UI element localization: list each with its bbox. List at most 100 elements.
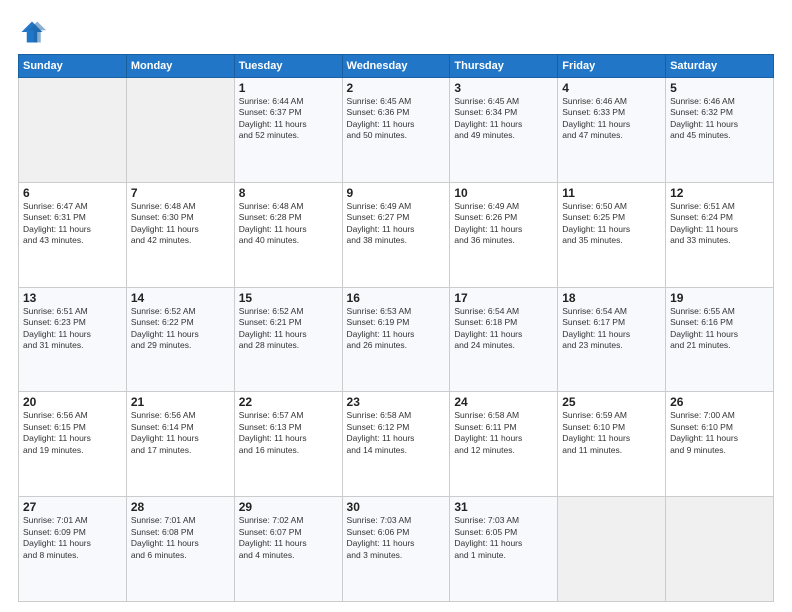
day-cell <box>666 497 774 602</box>
day-cell <box>126 78 234 183</box>
day-cell: 7Sunrise: 6:48 AM Sunset: 6:30 PM Daylig… <box>126 182 234 287</box>
day-cell: 27Sunrise: 7:01 AM Sunset: 6:09 PM Dayli… <box>19 497 127 602</box>
day-cell: 15Sunrise: 6:52 AM Sunset: 6:21 PM Dayli… <box>234 287 342 392</box>
day-cell: 28Sunrise: 7:01 AM Sunset: 6:08 PM Dayli… <box>126 497 234 602</box>
header-cell-wednesday: Wednesday <box>342 55 450 78</box>
day-info: Sunrise: 6:48 AM Sunset: 6:30 PM Dayligh… <box>131 201 230 247</box>
day-cell: 4Sunrise: 6:46 AM Sunset: 6:33 PM Daylig… <box>558 78 666 183</box>
day-info: Sunrise: 7:00 AM Sunset: 6:10 PM Dayligh… <box>670 410 769 456</box>
day-number: 1 <box>239 81 338 95</box>
day-number: 28 <box>131 500 230 514</box>
day-cell: 2Sunrise: 6:45 AM Sunset: 6:36 PM Daylig… <box>342 78 450 183</box>
day-number: 19 <box>670 291 769 305</box>
day-cell: 10Sunrise: 6:49 AM Sunset: 6:26 PM Dayli… <box>450 182 558 287</box>
day-info: Sunrise: 7:01 AM Sunset: 6:09 PM Dayligh… <box>23 515 122 561</box>
day-number: 9 <box>347 186 446 200</box>
day-cell <box>558 497 666 602</box>
week-row-1: 6Sunrise: 6:47 AM Sunset: 6:31 PM Daylig… <box>19 182 774 287</box>
header <box>18 18 774 46</box>
week-row-2: 13Sunrise: 6:51 AM Sunset: 6:23 PM Dayli… <box>19 287 774 392</box>
day-info: Sunrise: 6:44 AM Sunset: 6:37 PM Dayligh… <box>239 96 338 142</box>
day-number: 24 <box>454 395 553 409</box>
logo <box>18 18 50 46</box>
calendar-table: SundayMondayTuesdayWednesdayThursdayFrid… <box>18 54 774 602</box>
day-number: 5 <box>670 81 769 95</box>
day-info: Sunrise: 6:52 AM Sunset: 6:22 PM Dayligh… <box>131 306 230 352</box>
day-cell: 30Sunrise: 7:03 AM Sunset: 6:06 PM Dayli… <box>342 497 450 602</box>
day-info: Sunrise: 6:56 AM Sunset: 6:15 PM Dayligh… <box>23 410 122 456</box>
day-number: 10 <box>454 186 553 200</box>
day-cell: 1Sunrise: 6:44 AM Sunset: 6:37 PM Daylig… <box>234 78 342 183</box>
day-info: Sunrise: 6:59 AM Sunset: 6:10 PM Dayligh… <box>562 410 661 456</box>
day-info: Sunrise: 6:45 AM Sunset: 6:34 PM Dayligh… <box>454 96 553 142</box>
day-number: 16 <box>347 291 446 305</box>
day-info: Sunrise: 6:54 AM Sunset: 6:17 PM Dayligh… <box>562 306 661 352</box>
day-cell: 14Sunrise: 6:52 AM Sunset: 6:22 PM Dayli… <box>126 287 234 392</box>
day-number: 22 <box>239 395 338 409</box>
day-info: Sunrise: 6:53 AM Sunset: 6:19 PM Dayligh… <box>347 306 446 352</box>
day-info: Sunrise: 6:45 AM Sunset: 6:36 PM Dayligh… <box>347 96 446 142</box>
day-number: 25 <box>562 395 661 409</box>
day-cell: 5Sunrise: 6:46 AM Sunset: 6:32 PM Daylig… <box>666 78 774 183</box>
day-number: 21 <box>131 395 230 409</box>
day-number: 23 <box>347 395 446 409</box>
day-number: 27 <box>23 500 122 514</box>
header-cell-tuesday: Tuesday <box>234 55 342 78</box>
day-info: Sunrise: 6:49 AM Sunset: 6:27 PM Dayligh… <box>347 201 446 247</box>
header-cell-friday: Friday <box>558 55 666 78</box>
logo-icon <box>18 18 46 46</box>
week-row-4: 27Sunrise: 7:01 AM Sunset: 6:09 PM Dayli… <box>19 497 774 602</box>
day-cell: 11Sunrise: 6:50 AM Sunset: 6:25 PM Dayli… <box>558 182 666 287</box>
day-number: 30 <box>347 500 446 514</box>
header-cell-saturday: Saturday <box>666 55 774 78</box>
day-cell: 25Sunrise: 6:59 AM Sunset: 6:10 PM Dayli… <box>558 392 666 497</box>
day-info: Sunrise: 7:03 AM Sunset: 6:06 PM Dayligh… <box>347 515 446 561</box>
day-number: 13 <box>23 291 122 305</box>
day-number: 17 <box>454 291 553 305</box>
day-cell: 8Sunrise: 6:48 AM Sunset: 6:28 PM Daylig… <box>234 182 342 287</box>
day-cell <box>19 78 127 183</box>
day-cell: 16Sunrise: 6:53 AM Sunset: 6:19 PM Dayli… <box>342 287 450 392</box>
day-info: Sunrise: 6:46 AM Sunset: 6:33 PM Dayligh… <box>562 96 661 142</box>
day-number: 14 <box>131 291 230 305</box>
day-number: 3 <box>454 81 553 95</box>
day-cell: 3Sunrise: 6:45 AM Sunset: 6:34 PM Daylig… <box>450 78 558 183</box>
day-cell: 19Sunrise: 6:55 AM Sunset: 6:16 PM Dayli… <box>666 287 774 392</box>
day-cell: 6Sunrise: 6:47 AM Sunset: 6:31 PM Daylig… <box>19 182 127 287</box>
day-cell: 26Sunrise: 7:00 AM Sunset: 6:10 PM Dayli… <box>666 392 774 497</box>
day-cell: 18Sunrise: 6:54 AM Sunset: 6:17 PM Dayli… <box>558 287 666 392</box>
header-row: SundayMondayTuesdayWednesdayThursdayFrid… <box>19 55 774 78</box>
day-number: 20 <box>23 395 122 409</box>
day-info: Sunrise: 6:50 AM Sunset: 6:25 PM Dayligh… <box>562 201 661 247</box>
day-info: Sunrise: 6:58 AM Sunset: 6:12 PM Dayligh… <box>347 410 446 456</box>
calendar-header: SundayMondayTuesdayWednesdayThursdayFrid… <box>19 55 774 78</box>
day-cell: 20Sunrise: 6:56 AM Sunset: 6:15 PM Dayli… <box>19 392 127 497</box>
day-cell: 22Sunrise: 6:57 AM Sunset: 6:13 PM Dayli… <box>234 392 342 497</box>
day-info: Sunrise: 6:54 AM Sunset: 6:18 PM Dayligh… <box>454 306 553 352</box>
day-cell: 17Sunrise: 6:54 AM Sunset: 6:18 PM Dayli… <box>450 287 558 392</box>
header-cell-sunday: Sunday <box>19 55 127 78</box>
day-cell: 21Sunrise: 6:56 AM Sunset: 6:14 PM Dayli… <box>126 392 234 497</box>
day-number: 12 <box>670 186 769 200</box>
day-number: 6 <box>23 186 122 200</box>
calendar-body: 1Sunrise: 6:44 AM Sunset: 6:37 PM Daylig… <box>19 78 774 602</box>
day-number: 2 <box>347 81 446 95</box>
day-cell: 9Sunrise: 6:49 AM Sunset: 6:27 PM Daylig… <box>342 182 450 287</box>
day-info: Sunrise: 6:48 AM Sunset: 6:28 PM Dayligh… <box>239 201 338 247</box>
day-cell: 29Sunrise: 7:02 AM Sunset: 6:07 PM Dayli… <box>234 497 342 602</box>
day-number: 31 <box>454 500 553 514</box>
day-info: Sunrise: 6:57 AM Sunset: 6:13 PM Dayligh… <box>239 410 338 456</box>
day-number: 26 <box>670 395 769 409</box>
day-info: Sunrise: 6:56 AM Sunset: 6:14 PM Dayligh… <box>131 410 230 456</box>
day-cell: 24Sunrise: 6:58 AM Sunset: 6:11 PM Dayli… <box>450 392 558 497</box>
day-number: 7 <box>131 186 230 200</box>
day-info: Sunrise: 6:49 AM Sunset: 6:26 PM Dayligh… <box>454 201 553 247</box>
page: SundayMondayTuesdayWednesdayThursdayFrid… <box>0 0 792 612</box>
day-info: Sunrise: 6:58 AM Sunset: 6:11 PM Dayligh… <box>454 410 553 456</box>
day-number: 18 <box>562 291 661 305</box>
day-info: Sunrise: 6:47 AM Sunset: 6:31 PM Dayligh… <box>23 201 122 247</box>
day-info: Sunrise: 6:55 AM Sunset: 6:16 PM Dayligh… <box>670 306 769 352</box>
day-info: Sunrise: 7:01 AM Sunset: 6:08 PM Dayligh… <box>131 515 230 561</box>
day-info: Sunrise: 6:51 AM Sunset: 6:23 PM Dayligh… <box>23 306 122 352</box>
day-cell: 13Sunrise: 6:51 AM Sunset: 6:23 PM Dayli… <box>19 287 127 392</box>
